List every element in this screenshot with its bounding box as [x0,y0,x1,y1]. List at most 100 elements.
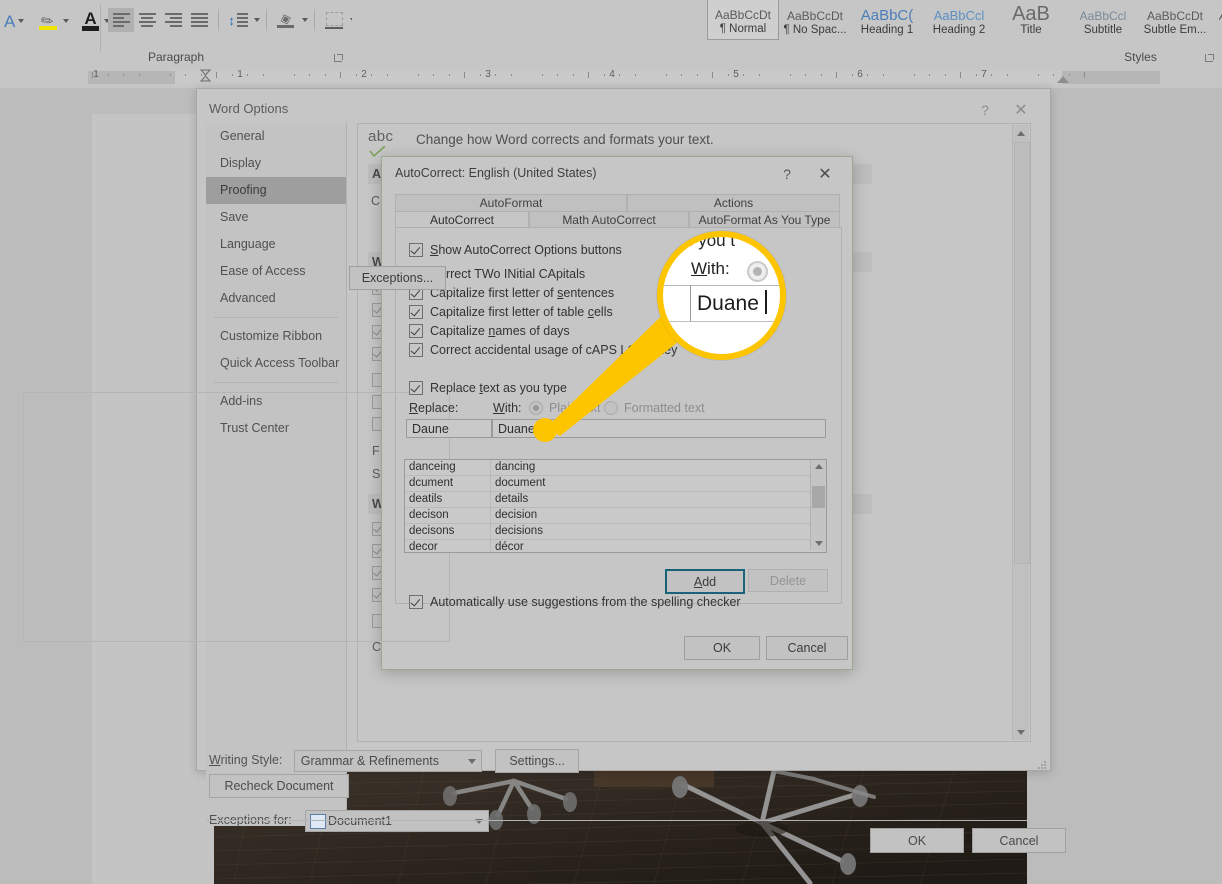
checkbox-icon[interactable] [409,243,423,257]
sidebar-item-language[interactable]: Language [206,231,346,258]
radio-icon[interactable] [529,401,543,415]
sidebar-item-ease-of-access[interactable]: Ease of Access [206,258,346,285]
style-item-no-spac[interactable]: AaBbCcDt ¶ No Spac... [779,0,851,40]
sidebar-item-general[interactable]: General [206,123,346,150]
styles-gallery[interactable]: AaBbCcDt ¶ Normal AaBbCcDt ¶ No Spac... AaBb… [707,0,1222,40]
tab-math-autocorrect[interactable]: Math AutoCorrect [529,211,689,228]
tab-autoformat-as-you-type[interactable]: AutoFormat As You Type [689,211,840,228]
checkbox-icon[interactable] [409,343,423,357]
autocorrect-ok-button[interactable]: OK [684,636,760,660]
scrollbar-thumb[interactable] [812,486,825,508]
checkbox-correct-caps-lock[interactable]: Correct accidental usage of cAPS LOCK ke… [409,343,677,357]
style-item-normal[interactable]: AaBbCcDt ¶ Normal [707,0,779,40]
scroll-up-icon[interactable] [811,460,826,473]
entries-rows[interactable]: danceing dancing dcument document deatils det… [405,460,826,552]
radio-icon[interactable] [604,401,618,415]
recheck-document-button[interactable]: Recheck Document [209,774,349,798]
tab-autocorrect[interactable]: AutoCorrect [395,211,529,228]
align-right-icon[interactable] [160,8,186,32]
scroll-down-icon[interactable] [811,537,826,550]
styles-dialog-launcher-icon[interactable] [1205,54,1214,63]
list-item[interactable]: deatils details [405,492,826,508]
style-item-emphasis[interactable]: AaBbCcDtEmphasis [1211,0,1222,40]
checkbox-icon[interactable] [409,381,423,395]
ruler-tick [309,74,310,76]
checkbox-icon[interactable] [409,305,423,319]
align-left-icon[interactable] [108,8,134,32]
checkbox-show-autocorrect-options[interactable]: Show AutoCorrect Options buttons [409,243,622,257]
writing-style-select[interactable]: Grammar & Refinements [293,750,482,772]
autocorrect-entries-list[interactable]: danceing dancing dcument document deatils det… [404,459,827,553]
checkbox-icon[interactable] [409,595,423,609]
replace-text-fieldset [23,392,450,642]
scroll-down-icon[interactable] [1013,724,1029,740]
word-options-cancel-button[interactable]: Cancel [972,828,1066,853]
text-highlight-color-icon[interactable]: ✎ [38,11,60,32]
checkbox-capitalize-first-letter-table-cells[interactable]: Capitalize first letter of table cells [409,305,613,319]
delete-entry-button[interactable]: Delete [748,569,828,592]
add-entry-button[interactable]: Add [665,569,745,594]
exceptions-for-select[interactable]: Document1 [305,810,490,832]
help-icon[interactable]: ? [972,98,998,122]
word-options-ok-button[interactable]: OK [870,828,964,853]
chevron-down-icon[interactable] [254,18,260,22]
line-spacing-icon[interactable]: ↕ [225,8,251,32]
chevron-down-icon[interactable] [302,18,308,22]
chevron-down-icon[interactable] [18,19,25,23]
list-item[interactable]: decison decision [405,508,826,524]
style-preview: AaB [1012,5,1050,23]
radio-plain-text[interactable]: Plain text [529,401,600,415]
sidebar-item-advanced[interactable]: Advanced [206,285,346,312]
close-icon[interactable]: ✕ [811,163,839,185]
style-item-title[interactable]: AaB Title [995,0,1067,40]
close-icon[interactable]: ✕ [1006,98,1036,122]
style-item-subtitle[interactable]: AaBbCcl Subtitle [1067,0,1139,40]
sidebar-item-display[interactable]: Display [206,150,346,177]
align-center-icon[interactable] [134,8,160,32]
sidebar-item-save[interactable]: Save [206,204,346,231]
borders-icon[interactable] [321,8,347,32]
checkbox-icon[interactable] [409,324,423,338]
style-item-heading-1[interactable]: AaBbC(Heading 1 [851,0,923,40]
checkbox-label: Capitalize names of days [430,324,570,338]
horizontal-ruler[interactable]: 1 1 2 3 4 5 6 7 [0,68,1222,88]
checkbox-auto-suggestions[interactable]: Automatically use suggestions from the s… [409,595,741,609]
style-item-heading-2[interactable]: AaBbCcl Heading 2 [923,0,995,40]
left-indent-marker[interactable] [199,69,212,83]
list-item[interactable]: decor décor [405,540,826,552]
font-color-icon[interactable]: A [81,10,101,32]
grammar-settings-button[interactable]: Settings... [495,749,580,773]
exceptions-button[interactable]: Exceptions... [349,266,446,290]
scrollbar-thumb[interactable] [1014,142,1030,564]
replace-input[interactable]: Daune [406,419,492,438]
justify-icon[interactable] [186,8,212,32]
ruler-number: 1 [93,69,99,80]
list-item[interactable]: decisons decisions [405,524,826,540]
help-icon[interactable]: ? [774,163,800,185]
tab-autoformat[interactable]: AutoFormat [395,194,627,211]
shading-icon[interactable]: ◈ [273,8,299,32]
paragraph-dialog-launcher-icon[interactable] [334,54,343,63]
checkbox-label: Replace text as you type [430,381,567,395]
checkbox-replace-text-as-you-type[interactable]: Replace text as you type [409,381,571,395]
ruler-tick [324,74,326,76]
scroll-up-icon[interactable] [1013,125,1029,141]
proofing-scrollbar[interactable] [1012,125,1030,740]
font-effects-icon[interactable]: A [4,13,15,30]
sidebar-item-customize-ribbon[interactable]: Customize Ribbon [206,323,346,350]
resize-grip-icon[interactable] [1038,759,1047,769]
list-item[interactable]: danceing dancing [405,460,826,476]
checkbox-capitalize-names-of-days[interactable]: Capitalize names of days [409,324,570,338]
tab-actions[interactable]: Actions [627,194,840,211]
list-scrollbar[interactable] [810,460,826,550]
list-item[interactable]: dcument document [405,476,826,492]
chevron-down-icon[interactable] [63,19,70,23]
ruler-tick [960,72,961,78]
right-indent-marker[interactable] [1057,76,1069,83]
radio-formatted-text[interactable]: Formatted text [604,401,705,415]
sidebar-item-quick-access-toolbar[interactable]: Quick Access Toolbar [206,350,346,377]
sidebar-item-proofing[interactable]: Proofing [206,177,346,204]
style-item-subtle-em[interactable]: AaBbCcDt Subtle Em... [1139,0,1211,40]
autocorrect-cancel-button[interactable]: Cancel [766,636,848,660]
checkbox-label: Automatically use suggestions from the s… [430,595,741,609]
